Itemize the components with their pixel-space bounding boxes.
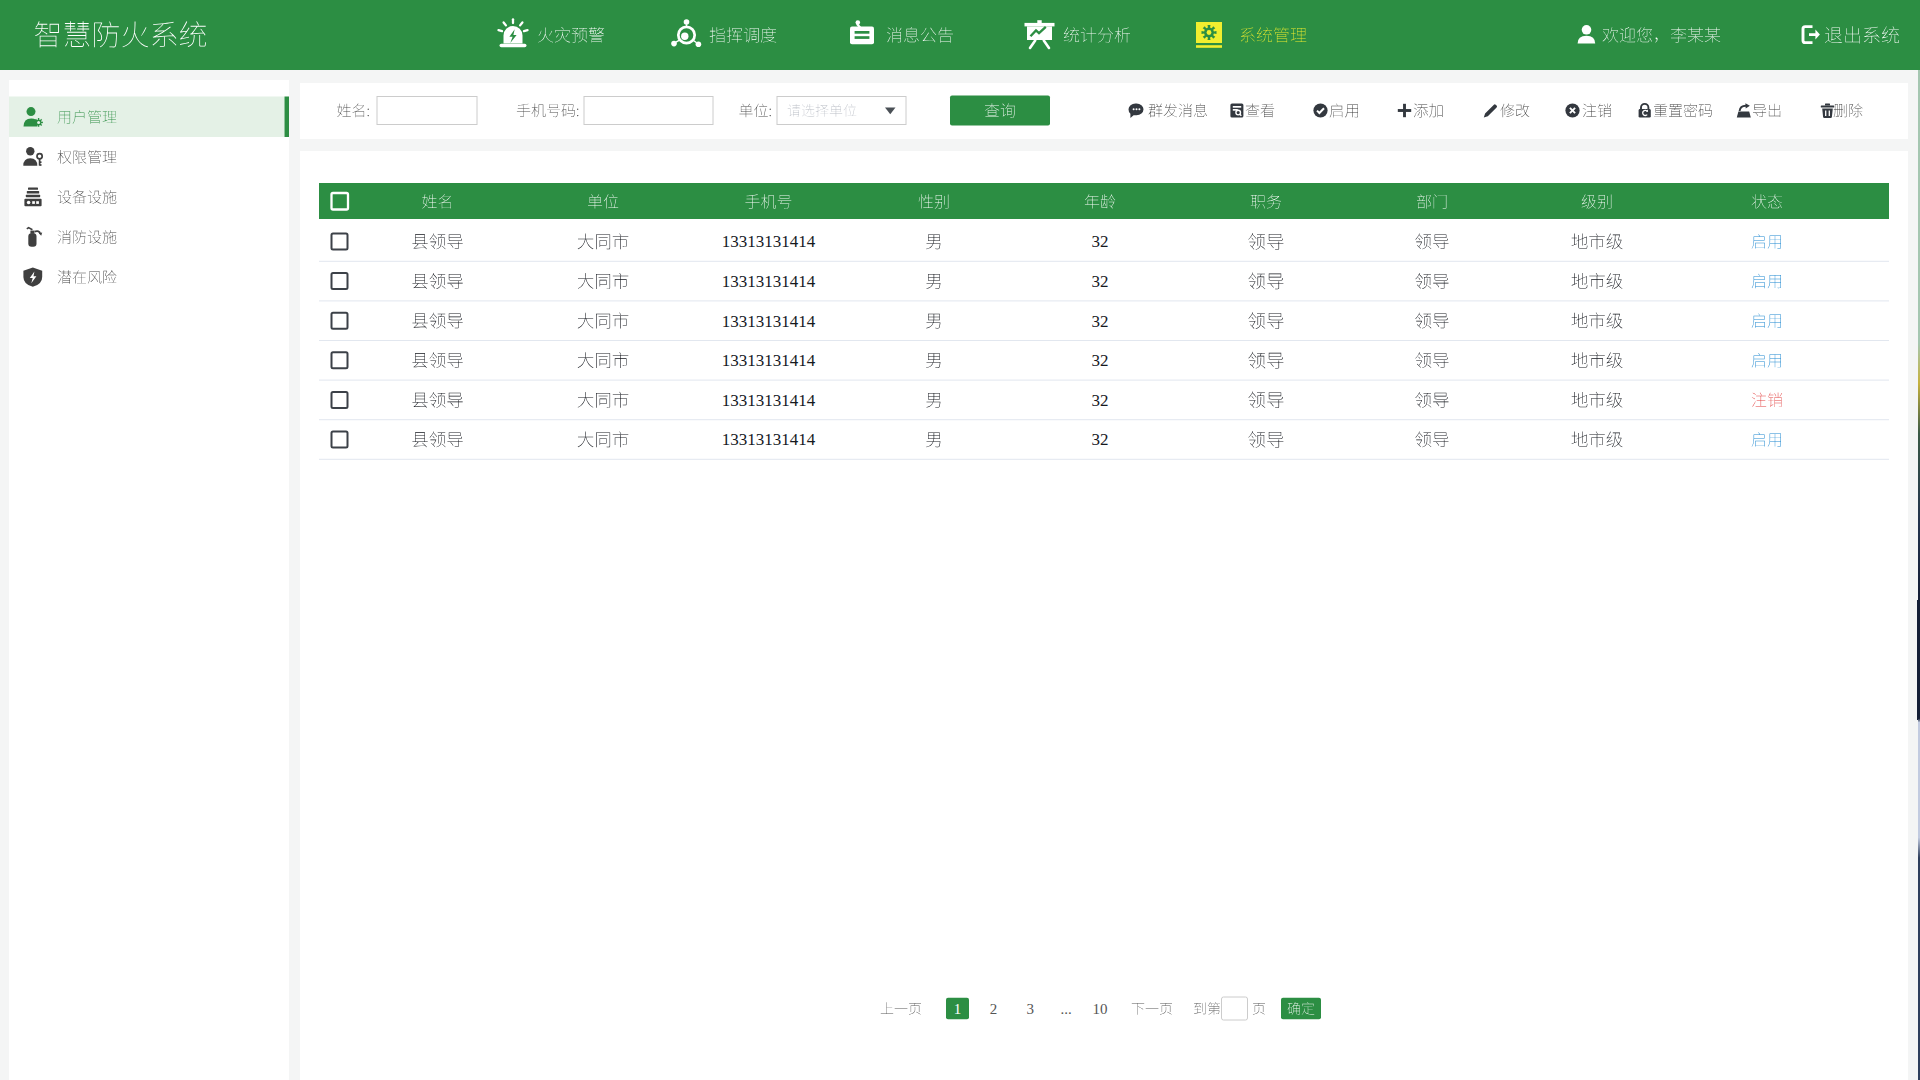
svg-text:13313131414: 13313131414: [722, 430, 816, 449]
svg-text:32: 32: [1092, 312, 1109, 331]
svg-text:13313131414: 13313131414: [722, 312, 816, 331]
svg-text:1: 1: [954, 1001, 962, 1017]
svg-text:32: 32: [1092, 272, 1109, 291]
svg-text:13313131414: 13313131414: [722, 232, 816, 251]
svg-text:13313131414: 13313131414: [722, 351, 816, 370]
svg-text:32: 32: [1092, 391, 1109, 410]
svg-text:10: 10: [1093, 1001, 1108, 1017]
svg-text:13313131414: 13313131414: [722, 391, 816, 410]
svg-text:32: 32: [1092, 351, 1109, 370]
svg-text:3: 3: [1027, 1001, 1035, 1017]
svg-text:2: 2: [990, 1001, 998, 1017]
svg-text:...: ...: [1060, 1001, 1071, 1017]
svg-text:32: 32: [1092, 430, 1109, 449]
svg-text:13313131414: 13313131414: [722, 272, 816, 291]
svg-text:32: 32: [1092, 232, 1109, 251]
